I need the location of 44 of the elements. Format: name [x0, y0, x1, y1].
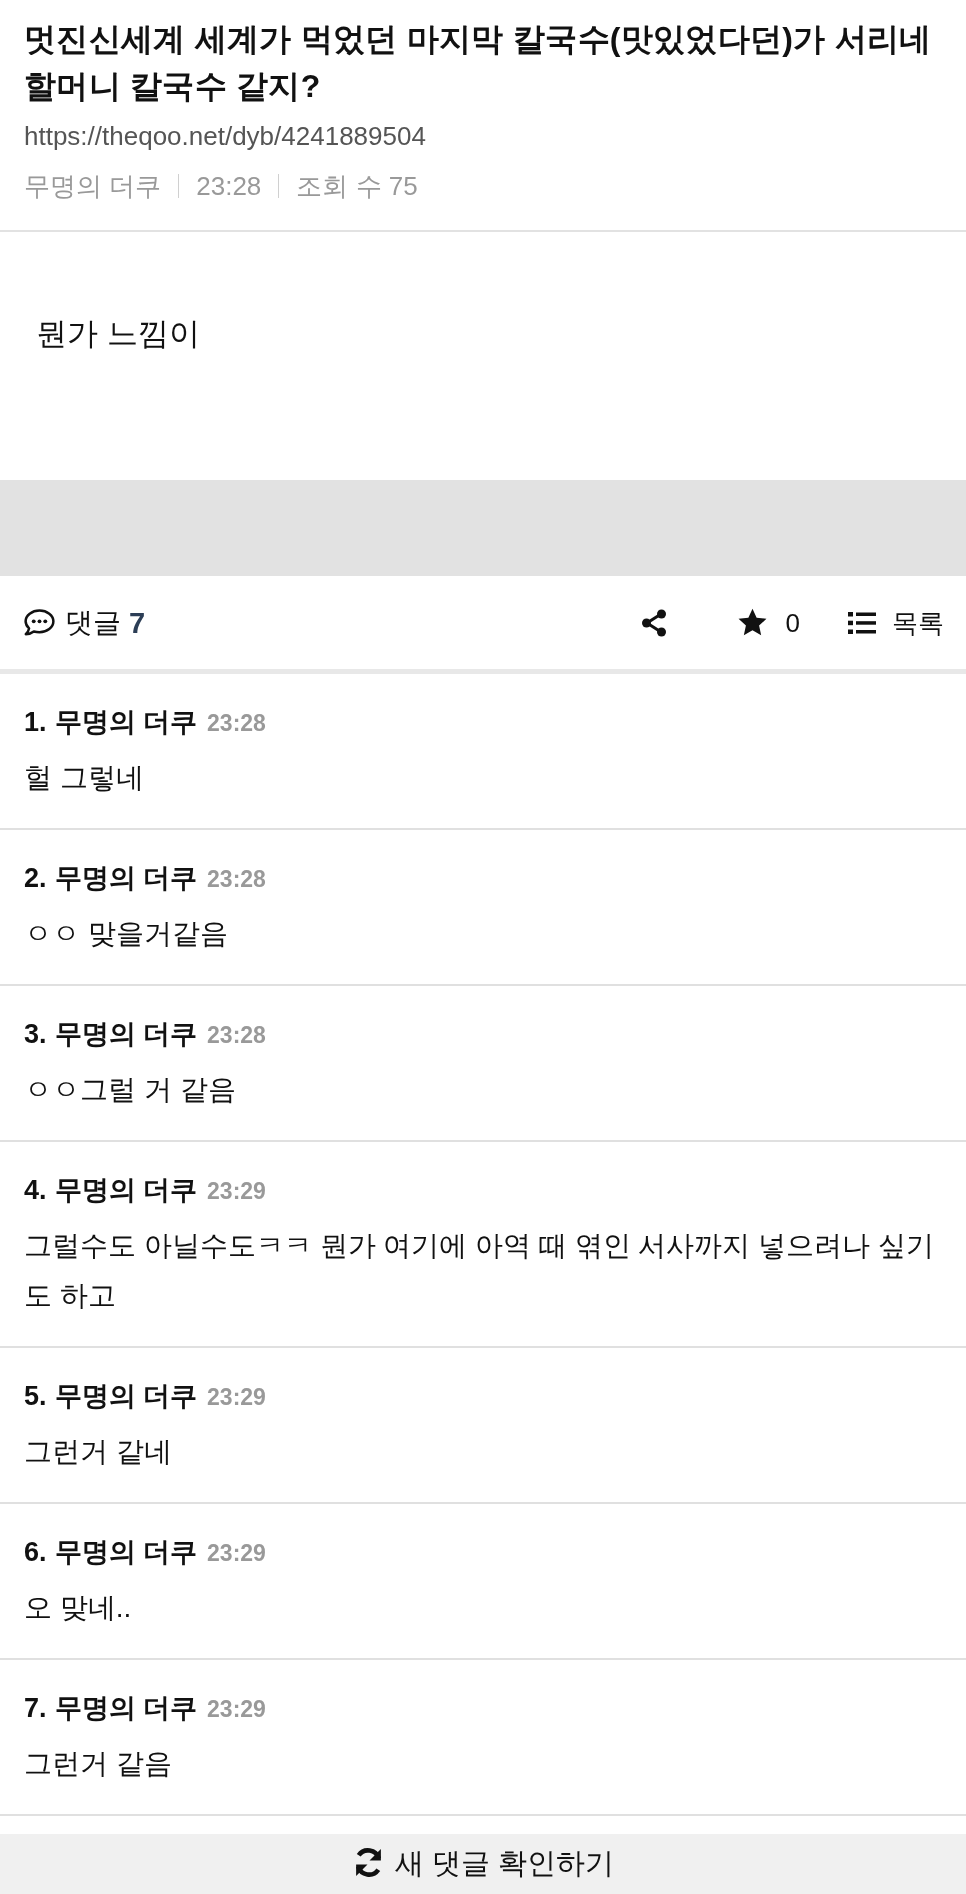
comment-author: 무명의 더쿠: [54, 1018, 198, 1051]
view-count: 조회 수 75: [296, 170, 418, 203]
comment-author: 무명의 더쿠: [54, 1536, 198, 1569]
comment-time: 23:29: [207, 1695, 266, 1724]
comment-text: 오 맞네..: [24, 1591, 133, 1625]
comment-time: 23:28: [207, 1021, 266, 1050]
author-name: 무명의 더쿠: [24, 170, 162, 203]
comment-time: 23:29: [207, 1539, 266, 1568]
comment-number: 4.: [24, 1174, 47, 1207]
comment-number: 5.: [24, 1380, 47, 1413]
comment-author: 무명의 더쿠: [54, 706, 198, 739]
comment-time: 23:28: [207, 865, 266, 894]
star-icon: [736, 607, 768, 638]
comment-number: 6.: [24, 1536, 47, 1569]
comment-count: 7: [129, 605, 146, 641]
comment-number: 7.: [24, 1692, 47, 1725]
comment-author: 무명의 더쿠: [54, 1692, 198, 1725]
comment-number: 3.: [24, 1018, 47, 1051]
post-time: 23:28: [196, 170, 262, 203]
comment-text: 그럴수도 아닐수도ㅋㅋ 뭔가 여기에 아역 때 엮인 서사까지 넣으려나 싶기도 하고: [24, 1229, 935, 1313]
favorite-button[interactable]: 0: [736, 602, 800, 643]
share-button[interactable]: [640, 608, 667, 637]
comment-author: 무명의 더쿠: [54, 1380, 198, 1413]
comment-author: 무명의 더쿠: [54, 1174, 198, 1207]
comment-time: 23:28: [207, 709, 266, 738]
speech-bubble-icon: [24, 609, 55, 636]
comment-text: 그런거 같음: [24, 1747, 173, 1781]
comment-time: 23:29: [207, 1383, 266, 1412]
comment-text: 헐 그렇네: [24, 761, 145, 795]
comment-text: ㅇㅇ 맞을거같음: [24, 917, 229, 951]
comment-time: 23:29: [207, 1177, 266, 1206]
post-url[interactable]: https://theqoo.net/dyb/4241889504: [24, 116, 426, 156]
comment-author: 무명의 더쿠: [54, 862, 198, 895]
share-icon: [640, 608, 667, 637]
comment-text: ㅇㅇ그럴 거 같음: [24, 1073, 237, 1107]
refresh-comments-button[interactable]: 새 댓글 확인하기: [0, 1834, 966, 1894]
comment-number: 2.: [24, 862, 47, 895]
list-icon: [848, 611, 876, 634]
comment-text: 그런거 같네: [24, 1435, 173, 1469]
post-title: 멋진신세계 세계가 먹었던 마지막 칼국수(맛있었다던)가 서리네 할머니 칼국수 같지?: [24, 20, 933, 106]
post-body-text: 뭔가 느낌이: [36, 315, 200, 353]
list-button[interactable]: 목록: [848, 602, 944, 643]
comments-label: 댓글: [65, 605, 121, 640]
comment-number: 1.: [24, 706, 47, 739]
